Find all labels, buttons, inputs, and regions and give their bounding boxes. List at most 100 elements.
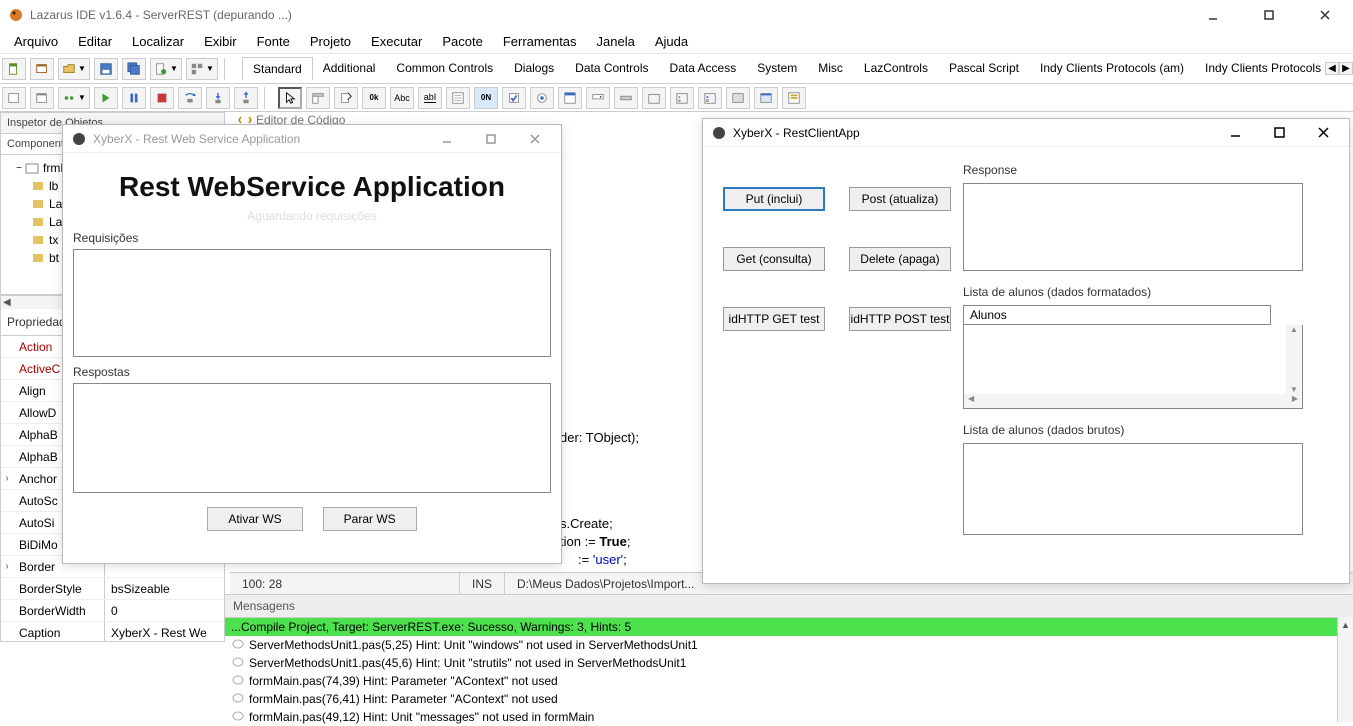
rws-maximize-button[interactable] [473,128,509,150]
step-out-button[interactable] [234,87,258,109]
tab-additional[interactable]: Additional [313,57,387,80]
message-compile-success[interactable]: ...Compile Project, Target: ServerREST.e… [225,618,1353,636]
component-combobox[interactable] [586,87,610,109]
save-button[interactable] [94,58,118,80]
save-all-button[interactable] [122,58,146,80]
response-label: Response [963,163,1329,177]
rws-minimize-button[interactable] [429,128,465,150]
component-popupmenu[interactable] [334,87,358,109]
menu-fonte[interactable]: Fonte [247,32,300,51]
tab-scroll-right[interactable]: ▶ [1339,62,1353,75]
menu-editar[interactable]: Editar [68,32,122,51]
component-scrollbar[interactable] [614,87,638,109]
step-into-button[interactable] [206,87,230,109]
rca-maximize-button[interactable] [1261,122,1297,144]
toggle-form-unit-button[interactable]: ▼ [58,87,90,109]
stop-button[interactable] [150,87,174,109]
main-close-button[interactable] [1305,3,1345,27]
rws-responses-memo[interactable] [73,383,551,493]
component-radiobutton[interactable] [530,87,554,109]
component-frame[interactable] [754,87,778,109]
run-button[interactable] [94,87,118,109]
tree-hscroll[interactable]: ◀▶ [964,394,1302,408]
rws-titlebar[interactable]: XyberX - Rest Web Service Application [63,125,561,153]
delete-button[interactable]: Delete (apaga) [849,247,951,271]
rws-requests-memo[interactable] [73,249,551,357]
tab-data-controls[interactable]: Data Controls [565,57,659,80]
message-hint-3[interactable]: formMain.pas(74,39) Hint: Parameter "ACo… [225,672,1353,690]
cursor-position: 100: 28 [230,573,460,594]
menu-exibir[interactable]: Exibir [194,32,247,51]
message-hint-1[interactable]: ServerMethodsUnit1.pas(5,25) Hint: Unit … [225,636,1353,654]
component-memo[interactable] [446,87,470,109]
app-icon [711,125,727,141]
rca-close-button[interactable] [1305,122,1341,144]
get-button[interactable]: Get (consulta) [723,247,825,271]
component-actionlist[interactable] [782,87,806,109]
tab-lazcontrols[interactable]: LazControls [854,57,939,80]
component-radiogroup[interactable] [670,87,694,109]
put-button[interactable]: Put (inclui) [723,187,825,211]
step-over-button[interactable] [178,87,202,109]
menu-projeto[interactable]: Projeto [300,32,361,51]
new-form-button[interactable] [30,58,54,80]
menu-arquivo[interactable]: Arquivo [4,32,68,51]
alunos-input[interactable] [963,305,1271,325]
rws-stop-button[interactable]: Parar WS [323,507,417,531]
pause-button[interactable] [122,87,146,109]
messages-scrollbar[interactable]: ▲ [1337,617,1353,722]
main-minimize-button[interactable] [1193,3,1233,27]
manage-desktops-button[interactable]: ▼ [186,58,218,80]
tab-system[interactable]: System [747,57,808,80]
menu-janela[interactable]: Janela [587,32,645,51]
rws-activate-button[interactable]: Ativar WS [207,507,302,531]
tab-misc[interactable]: Misc [808,57,854,80]
menu-ajuda[interactable]: Ajuda [645,32,698,51]
component-listbox[interactable] [558,87,582,109]
scroll-up-icon[interactable]: ▲ [1338,617,1353,633]
post-button[interactable]: Post (atualiza) [849,187,951,211]
response-memo[interactable] [963,183,1303,271]
message-hint-4[interactable]: formMain.pas(76,41) Hint: Parameter "ACo… [225,690,1353,708]
open-button[interactable]: ▼ [58,58,90,80]
rca-titlebar[interactable]: XyberX - RestClientApp [703,119,1349,147]
tab-common-controls[interactable]: Common Controls [386,57,504,80]
component-checkbox[interactable] [502,87,526,109]
component-groupbox[interactable] [642,87,666,109]
alunos-treeview[interactable]: ▲▼ ◀▶ [963,325,1303,409]
component-edit[interactable]: abI [418,87,442,109]
tab-scroll-left[interactable]: ◀ [1325,62,1339,75]
view-forms-button[interactable] [30,87,54,109]
main-maximize-button[interactable] [1249,3,1289,27]
raw-memo[interactable] [963,443,1303,535]
component-checkgroup[interactable] [698,87,722,109]
tab-data-access[interactable]: Data Access [660,57,748,80]
component-tabs: Standard Additional Common Controls Dial… [242,57,1325,80]
menu-pacote[interactable]: Pacote [432,32,492,51]
component-pointer[interactable] [278,87,302,109]
tab-indy-nz[interactable]: Indy Clients Protocols (nz) [1195,57,1325,80]
idhttp-post-button[interactable]: idHTTP POST test [849,307,951,331]
component-button[interactable]: 0k [362,87,386,109]
idhttp-get-button[interactable]: idHTTP GET test [723,307,825,331]
component-togglebox[interactable]: 0N [474,87,498,109]
rws-close-button[interactable] [517,128,553,150]
menu-ferramentas[interactable]: Ferramentas [493,32,587,51]
component-panel[interactable] [726,87,750,109]
menu-localizar[interactable]: Localizar [122,32,194,51]
message-hint-2[interactable]: ServerMethodsUnit1.pas(45,6) Hint: Unit … [225,654,1353,672]
message-hint-5[interactable]: formMain.pas(49,12) Hint: Unit "messages… [225,708,1353,726]
component-label[interactable]: Abc [390,87,414,109]
menu-executar[interactable]: Executar [361,32,432,51]
tab-pascal-script[interactable]: Pascal Script [939,57,1030,80]
rca-minimize-button[interactable] [1217,122,1253,144]
hint-icon [231,711,245,723]
new-unit-button[interactable] [2,58,26,80]
tab-dialogs[interactable]: Dialogs [504,57,565,80]
new-item-button[interactable]: ▼ [150,58,182,80]
component-mainmenu[interactable] [306,87,330,109]
view-units-button[interactable] [2,87,26,109]
tree-vscroll[interactable]: ▲▼ [1286,325,1302,394]
tab-indy-am[interactable]: Indy Clients Protocols (am) [1030,57,1195,80]
tab-standard[interactable]: Standard [242,57,313,80]
